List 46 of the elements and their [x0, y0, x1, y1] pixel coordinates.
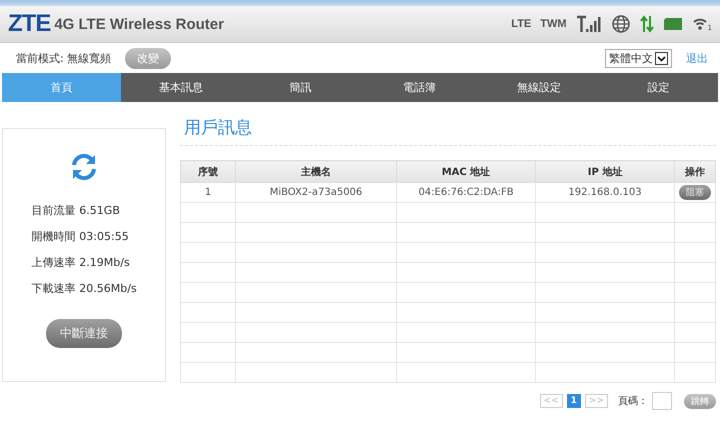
- page-number-button[interactable]: 1: [566, 394, 581, 408]
- wifi-icon: [692, 16, 708, 32]
- table-cell: 1: [180, 182, 236, 202]
- page-number-label: 頁碼：: [618, 395, 648, 408]
- battery-icon: [662, 17, 683, 31]
- table-cell: 192.168.0.103: [536, 182, 674, 202]
- section-title: 用戶訊息: [180, 116, 716, 146]
- stat-label: 上傳速率: [31, 254, 76, 270]
- block-button[interactable]: 阻塞: [679, 185, 711, 200]
- nav-tab[interactable]: 簡訊: [240, 73, 360, 102]
- nav-tab[interactable]: 首頁: [2, 73, 122, 102]
- logo: ZTE: [8, 10, 50, 38]
- dropdown-caret-icon: [655, 52, 668, 64]
- stat-label: 目前流量: [31, 202, 76, 218]
- globe-icon: [610, 14, 631, 34]
- stat-value: 03:05:55: [79, 230, 129, 242]
- column-header: 序號: [180, 160, 236, 182]
- logout-link[interactable]: 退出: [686, 50, 708, 66]
- table-cell: 04:E6:76:C2:DA:FB: [396, 182, 536, 202]
- nav-tab[interactable]: 基本訊息: [121, 73, 241, 102]
- stat-label: 開機時間: [31, 228, 76, 244]
- change-mode-button[interactable]: 改變: [125, 48, 172, 68]
- go-button[interactable]: 跳轉: [684, 394, 716, 408]
- column-header: MAC 地址: [396, 160, 536, 182]
- column-header: 操作: [674, 160, 716, 182]
- nav-tab[interactable]: 電話簿: [360, 73, 480, 102]
- table-cell: MiBOX2-a73a5006: [236, 182, 396, 202]
- network-status-label: LTE: [511, 18, 532, 30]
- signal-icon: [576, 14, 602, 34]
- disconnect-button[interactable]: 中斷連接: [46, 319, 122, 348]
- previous-page-button[interactable]: <<: [540, 394, 563, 408]
- network-status-label: TWM: [540, 18, 567, 30]
- column-header: IP 地址: [536, 160, 674, 182]
- stat-value: 20.56Mb/s: [79, 282, 137, 294]
- nav-tab[interactable]: 設定: [598, 73, 718, 102]
- page-number-field[interactable]: [652, 392, 672, 410]
- stat-value: 6.51GB: [79, 204, 120, 216]
- language-select[interactable]: 繁體中文: [605, 48, 672, 68]
- stat-value: 2.19Mb/s: [79, 256, 130, 268]
- up-down-arrows-icon: [640, 15, 654, 33]
- nav-tab[interactable]: 無線設定: [479, 73, 599, 102]
- next-page-button[interactable]: >>: [584, 394, 608, 408]
- column-header: 主機名: [236, 160, 396, 182]
- router-title: 4G LTE Wireless Router: [54, 16, 224, 32]
- stat-label: 下載速率: [31, 280, 76, 296]
- current-mode-text: 當前模式: 無線寬頻: [16, 50, 112, 66]
